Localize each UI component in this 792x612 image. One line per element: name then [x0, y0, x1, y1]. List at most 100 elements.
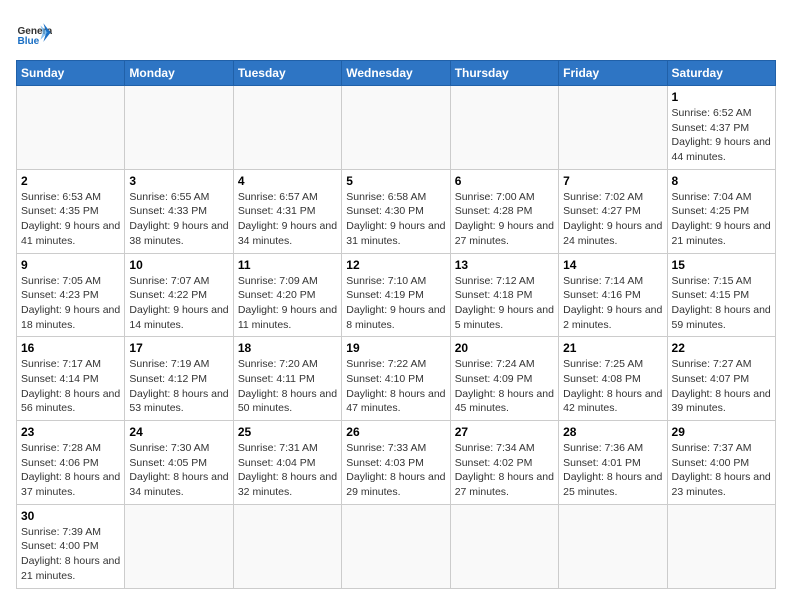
calendar-day-cell	[125, 86, 233, 170]
calendar-week-row: 23 Sunrise: 7:28 AM Sunset: 4:06 PM Dayli…	[17, 421, 776, 505]
day-number: 22	[672, 341, 771, 355]
day-of-week-header: Sunday	[17, 61, 125, 86]
day-number: 26	[346, 425, 445, 439]
calendar-day-cell: 28Sunrise: 7:36 AM Sunset: 4:01 PM Dayli…	[559, 421, 667, 505]
calendar-day-cell: 14 Sunrise: 7:14 AM Sunset: 4:16 PM Dayli…	[559, 253, 667, 337]
calendar-day-cell: 6Sunrise: 7:00 AM Sunset: 4:28 PM Daylig…	[450, 169, 558, 253]
calendar-day-cell	[342, 504, 450, 588]
calendar-week-row: 2Sunrise: 6:53 AM Sunset: 4:35 PM Daylig…	[17, 169, 776, 253]
calendar-day-cell	[233, 504, 341, 588]
calendar-day-cell	[559, 86, 667, 170]
day-info: Sunrise: 7:31 AM Sunset: 4:04 PM Dayligh…	[238, 441, 337, 500]
calendar-day-cell	[450, 504, 558, 588]
day-number: 13	[455, 258, 554, 272]
day-info: Sunrise: 7:05 AM Sunset: 4:23 PM Dayligh…	[21, 274, 120, 333]
day-of-week-header: Friday	[559, 61, 667, 86]
day-info: Sunrise: 7:07 AM Sunset: 4:22 PM Dayligh…	[129, 274, 228, 333]
day-info: Sunrise: 7:37 AM Sunset: 4:00 PM Dayligh…	[672, 441, 771, 500]
calendar-day-cell: 12 Sunrise: 7:10 AM Sunset: 4:19 PM Dayli…	[342, 253, 450, 337]
calendar-day-cell: 18 Sunrise: 7:20 AM Sunset: 4:11 PM Dayli…	[233, 337, 341, 421]
day-number: 12	[346, 258, 445, 272]
day-number: 20	[455, 341, 554, 355]
day-info: Sunrise: 7:02 AM Sunset: 4:27 PM Dayligh…	[563, 190, 662, 249]
day-of-week-header: Thursday	[450, 61, 558, 86]
day-info: Sunrise: 7:10 AM Sunset: 4:19 PM Dayligh…	[346, 274, 445, 333]
calendar-day-cell: 11 Sunrise: 7:09 AM Sunset: 4:20 PM Dayli…	[233, 253, 341, 337]
day-info: Sunrise: 7:28 AM Sunset: 4:06 PM Dayligh…	[21, 441, 120, 500]
calendar-day-cell: 24Sunrise: 7:30 AM Sunset: 4:05 PM Dayli…	[125, 421, 233, 505]
calendar-week-row: 1 Sunrise: 6:52 AM Sunset: 4:37 PM Daylig…	[17, 86, 776, 170]
day-info: Sunrise: 7:09 AM Sunset: 4:20 PM Dayligh…	[238, 274, 337, 333]
calendar-week-row: 30 Sunrise: 7:39 AM Sunset: 4:00 PM Dayli…	[17, 504, 776, 588]
svg-text:Blue: Blue	[17, 36, 39, 47]
calendar-week-row: 16Sunrise: 7:17 AM Sunset: 4:14 PM Dayli…	[17, 337, 776, 421]
day-of-week-header: Wednesday	[342, 61, 450, 86]
day-info: Sunrise: 7:36 AM Sunset: 4:01 PM Dayligh…	[563, 441, 662, 500]
day-number: 4	[238, 174, 337, 188]
day-number: 25	[238, 425, 337, 439]
day-info: Sunrise: 7:33 AM Sunset: 4:03 PM Dayligh…	[346, 441, 445, 500]
day-number: 14	[563, 258, 662, 272]
calendar-day-cell: 3Sunrise: 6:55 AM Sunset: 4:33 PM Daylig…	[125, 169, 233, 253]
day-number: 16	[21, 341, 120, 355]
calendar-day-cell	[17, 86, 125, 170]
logo-icon: General Blue	[16, 16, 52, 52]
day-number: 18	[238, 341, 337, 355]
calendar-day-cell: 10Sunrise: 7:07 AM Sunset: 4:22 PM Dayli…	[125, 253, 233, 337]
day-info: Sunrise: 7:27 AM Sunset: 4:07 PM Dayligh…	[672, 357, 771, 416]
calendar-day-cell: 20Sunrise: 7:24 AM Sunset: 4:09 PM Dayli…	[450, 337, 558, 421]
day-info: Sunrise: 7:20 AM Sunset: 4:11 PM Dayligh…	[238, 357, 337, 416]
calendar-day-cell: 8 Sunrise: 7:04 AM Sunset: 4:25 PM Daylig…	[667, 169, 775, 253]
day-number: 24	[129, 425, 228, 439]
day-number: 17	[129, 341, 228, 355]
logo: General Blue	[16, 16, 56, 52]
day-number: 11	[238, 258, 337, 272]
day-number: 23	[21, 425, 120, 439]
calendar-day-cell: 25 Sunrise: 7:31 AM Sunset: 4:04 PM Dayli…	[233, 421, 341, 505]
calendar-day-cell: 19Sunrise: 7:22 AM Sunset: 4:10 PM Dayli…	[342, 337, 450, 421]
day-info: Sunrise: 7:04 AM Sunset: 4:25 PM Dayligh…	[672, 190, 771, 249]
calendar-day-cell: 9 Sunrise: 7:05 AM Sunset: 4:23 PM Daylig…	[17, 253, 125, 337]
calendar-day-cell: 26 Sunrise: 7:33 AM Sunset: 4:03 PM Dayli…	[342, 421, 450, 505]
day-of-week-header: Saturday	[667, 61, 775, 86]
calendar-day-cell: 5 Sunrise: 6:58 AM Sunset: 4:30 PM Daylig…	[342, 169, 450, 253]
day-info: Sunrise: 7:39 AM Sunset: 4:00 PM Dayligh…	[21, 525, 120, 584]
day-info: Sunrise: 6:58 AM Sunset: 4:30 PM Dayligh…	[346, 190, 445, 249]
day-number: 1	[672, 90, 771, 104]
day-number: 21	[563, 341, 662, 355]
calendar-day-cell	[450, 86, 558, 170]
day-info: Sunrise: 6:53 AM Sunset: 4:35 PM Dayligh…	[21, 190, 120, 249]
calendar-week-row: 9 Sunrise: 7:05 AM Sunset: 4:23 PM Daylig…	[17, 253, 776, 337]
calendar-day-cell	[233, 86, 341, 170]
day-info: Sunrise: 7:15 AM Sunset: 4:15 PM Dayligh…	[672, 274, 771, 333]
day-of-week-header: Tuesday	[233, 61, 341, 86]
calendar-day-cell	[667, 504, 775, 588]
day-number: 19	[346, 341, 445, 355]
day-of-week-header: Monday	[125, 61, 233, 86]
day-number: 6	[455, 174, 554, 188]
calendar-day-cell: 4 Sunrise: 6:57 AM Sunset: 4:31 PM Daylig…	[233, 169, 341, 253]
day-number: 30	[21, 509, 120, 523]
day-info: Sunrise: 6:57 AM Sunset: 4:31 PM Dayligh…	[238, 190, 337, 249]
calendar-day-cell: 15 Sunrise: 7:15 AM Sunset: 4:15 PM Dayli…	[667, 253, 775, 337]
day-info: Sunrise: 7:14 AM Sunset: 4:16 PM Dayligh…	[563, 274, 662, 333]
day-number: 5	[346, 174, 445, 188]
calendar-day-cell	[342, 86, 450, 170]
calendar-day-cell: 16Sunrise: 7:17 AM Sunset: 4:14 PM Dayli…	[17, 337, 125, 421]
calendar-day-cell: 21Sunrise: 7:25 AM Sunset: 4:08 PM Dayli…	[559, 337, 667, 421]
day-number: 29	[672, 425, 771, 439]
calendar-day-cell	[125, 504, 233, 588]
calendar-day-cell: 2Sunrise: 6:53 AM Sunset: 4:35 PM Daylig…	[17, 169, 125, 253]
calendar-day-cell: 17 Sunrise: 7:19 AM Sunset: 4:12 PM Dayli…	[125, 337, 233, 421]
day-info: Sunrise: 7:34 AM Sunset: 4:02 PM Dayligh…	[455, 441, 554, 500]
calendar-day-cell: 7 Sunrise: 7:02 AM Sunset: 4:27 PM Daylig…	[559, 169, 667, 253]
calendar-day-cell: 29 Sunrise: 7:37 AM Sunset: 4:00 PM Dayli…	[667, 421, 775, 505]
day-info: Sunrise: 7:19 AM Sunset: 4:12 PM Dayligh…	[129, 357, 228, 416]
day-info: Sunrise: 6:52 AM Sunset: 4:37 PM Dayligh…	[672, 106, 771, 165]
calendar-day-cell: 22 Sunrise: 7:27 AM Sunset: 4:07 PM Dayli…	[667, 337, 775, 421]
day-number: 15	[672, 258, 771, 272]
day-number: 8	[672, 174, 771, 188]
calendar-day-cell: 27Sunrise: 7:34 AM Sunset: 4:02 PM Dayli…	[450, 421, 558, 505]
day-number: 9	[21, 258, 120, 272]
day-number: 7	[563, 174, 662, 188]
